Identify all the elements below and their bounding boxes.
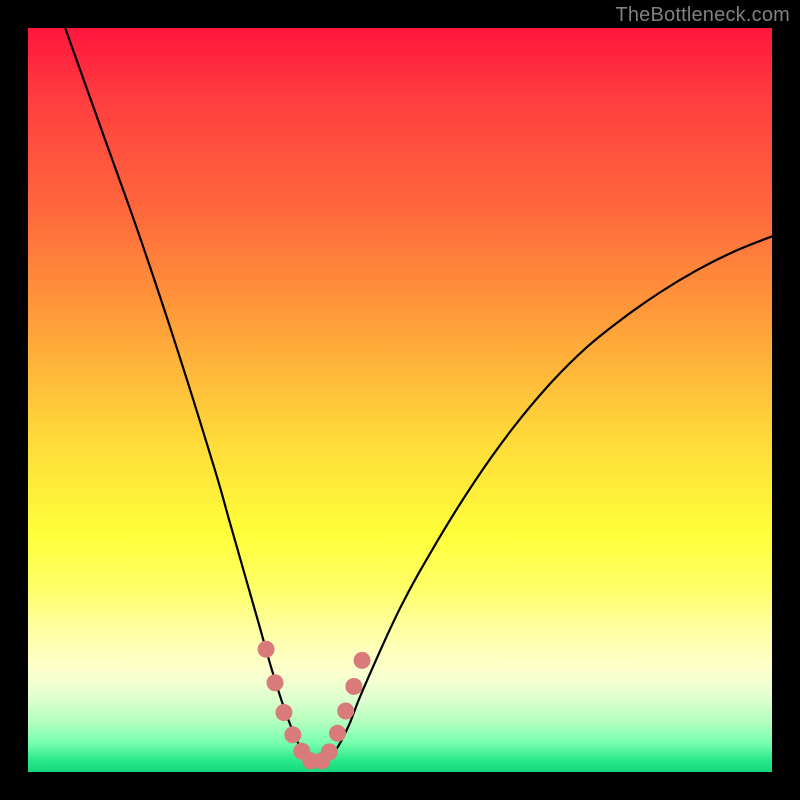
plot-area xyxy=(28,28,772,772)
bottleneck-curve xyxy=(65,28,772,762)
highlight-dot xyxy=(321,743,338,760)
highlight-dot xyxy=(337,702,354,719)
chart-frame: TheBottleneck.com xyxy=(0,0,800,800)
highlight-dot xyxy=(284,726,301,743)
watermark-text: TheBottleneck.com xyxy=(615,4,790,27)
highlight-dot xyxy=(354,652,371,669)
highlight-dot xyxy=(329,725,346,742)
highlight-dot xyxy=(345,678,362,695)
curve-layer xyxy=(28,28,772,772)
highlight-dot xyxy=(267,674,284,691)
highlight-dot xyxy=(258,641,275,658)
highlight-dot xyxy=(275,704,292,721)
